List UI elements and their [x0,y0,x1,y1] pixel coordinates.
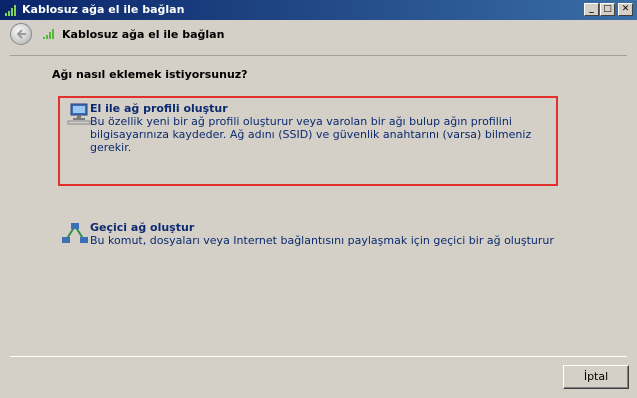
option-adhoc-network[interactable]: Geçici ağ oluştur Bu komut, dosyaları ve… [62,220,554,256]
footer-bar: İptal [0,358,637,398]
network-computer-icon [67,103,91,125]
minimize-button[interactable]: _ [584,3,599,16]
wireless-signal-icon [5,5,16,16]
back-button[interactable] [10,23,32,45]
option-manual-profile[interactable]: El ile ağ profili oluştur Bu özellik yen… [58,96,558,186]
wireless-signal-icon [43,29,54,39]
title-bar[interactable]: Kablosuz ağa el ile bağlan _ □ ✕ [0,0,637,20]
page-question: Ağı nasıl eklemek istiyorsunuz? [52,68,248,81]
back-arrow-icon [16,29,26,39]
cancel-button[interactable]: İptal [563,365,629,389]
option-description: Bu komut, dosyaları veya Internet bağlan… [90,234,554,247]
maximize-button[interactable]: □ [600,3,615,16]
option-description: Bu özellik yeni bir ağ profili oluşturur… [90,115,532,154]
option-title: Geçici ağ oluştur [90,221,195,234]
close-button[interactable]: ✕ [618,3,633,16]
wizard-title: Kablosuz ağa el ile bağlan [62,28,225,41]
navigation-bar: Kablosuz ağa el ile bağlan [0,20,637,48]
wizard-window: Kablosuz ağa el ile bağlan _ □ ✕ Kablosu… [0,0,637,398]
adhoc-network-icon [62,223,88,243]
option-title: El ile ağ profili oluştur [90,102,228,115]
window-title: Kablosuz ağa el ile bağlan [22,3,185,16]
